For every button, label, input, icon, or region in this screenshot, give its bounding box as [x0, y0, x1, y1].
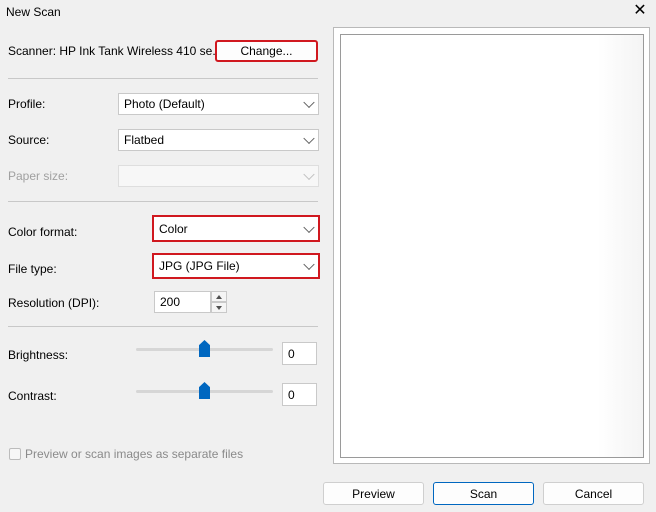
profile-value: Photo (Default): [124, 97, 205, 111]
file-type-label: File type:: [8, 262, 57, 276]
scanner-label: Scanner: HP Ink Tank Wireless 410 se...: [8, 44, 223, 58]
source-value: Flatbed: [124, 133, 165, 147]
resolution-down-button[interactable]: [211, 302, 227, 313]
window-title: New Scan: [6, 5, 61, 19]
scan-button[interactable]: Scan: [433, 482, 534, 505]
source-label: Source:: [8, 133, 50, 147]
chevron-down-icon: [303, 132, 315, 145]
color-format-label: Color format:: [8, 225, 78, 239]
preview-pane: [333, 27, 650, 464]
resolution-value: 200: [160, 295, 181, 309]
resolution-input[interactable]: 200: [154, 291, 211, 313]
brightness-label: Brightness:: [8, 348, 69, 362]
divider: [8, 201, 318, 202]
change-scanner-button[interactable]: Change...: [215, 40, 318, 62]
preview-button-label: Preview: [352, 486, 395, 501]
chevron-down-icon: [303, 221, 315, 233]
profile-select[interactable]: Photo (Default): [118, 93, 319, 115]
change-scanner-label: Change...: [240, 44, 293, 58]
profile-label: Profile:: [8, 97, 46, 111]
file-type-value: JPG (JPG File): [159, 259, 240, 273]
file-type-select[interactable]: JPG (JPG File): [152, 253, 320, 279]
divider: [8, 78, 318, 79]
separate-files-label: Preview or scan images as separate files: [25, 447, 244, 461]
color-format-value: Color: [159, 221, 188, 236]
close-icon[interactable]: ✕: [630, 2, 650, 20]
contrast-slider-thumb[interactable]: [199, 382, 210, 399]
contrast-label: Contrast:: [8, 389, 57, 403]
cancel-button[interactable]: Cancel: [543, 482, 644, 505]
separate-files-checkbox[interactable]: [9, 448, 21, 460]
chevron-down-icon: [303, 168, 315, 181]
preview-area: [340, 34, 644, 458]
brightness-value: 0: [288, 346, 295, 361]
brightness-input[interactable]: 0: [282, 342, 317, 365]
source-select[interactable]: Flatbed: [118, 129, 319, 151]
resolution-label: Resolution (DPI):: [8, 296, 100, 310]
paper-size-select: [118, 165, 319, 187]
chevron-down-icon: [303, 96, 315, 109]
brightness-slider-thumb[interactable]: [199, 340, 210, 357]
arrow-down-icon: [216, 306, 222, 310]
scan-button-label: Scan: [469, 486, 498, 501]
color-format-select[interactable]: Color: [152, 215, 320, 242]
contrast-input[interactable]: 0: [282, 383, 317, 406]
resolution-up-button[interactable]: [211, 291, 227, 302]
paper-size-label: Paper size:: [8, 169, 69, 183]
cancel-button-label: Cancel: [574, 486, 613, 501]
arrow-up-icon: [216, 295, 222, 299]
contrast-value: 0: [288, 387, 295, 402]
preview-button[interactable]: Preview: [323, 482, 424, 505]
divider: [8, 326, 318, 327]
chevron-down-icon: [303, 258, 315, 271]
